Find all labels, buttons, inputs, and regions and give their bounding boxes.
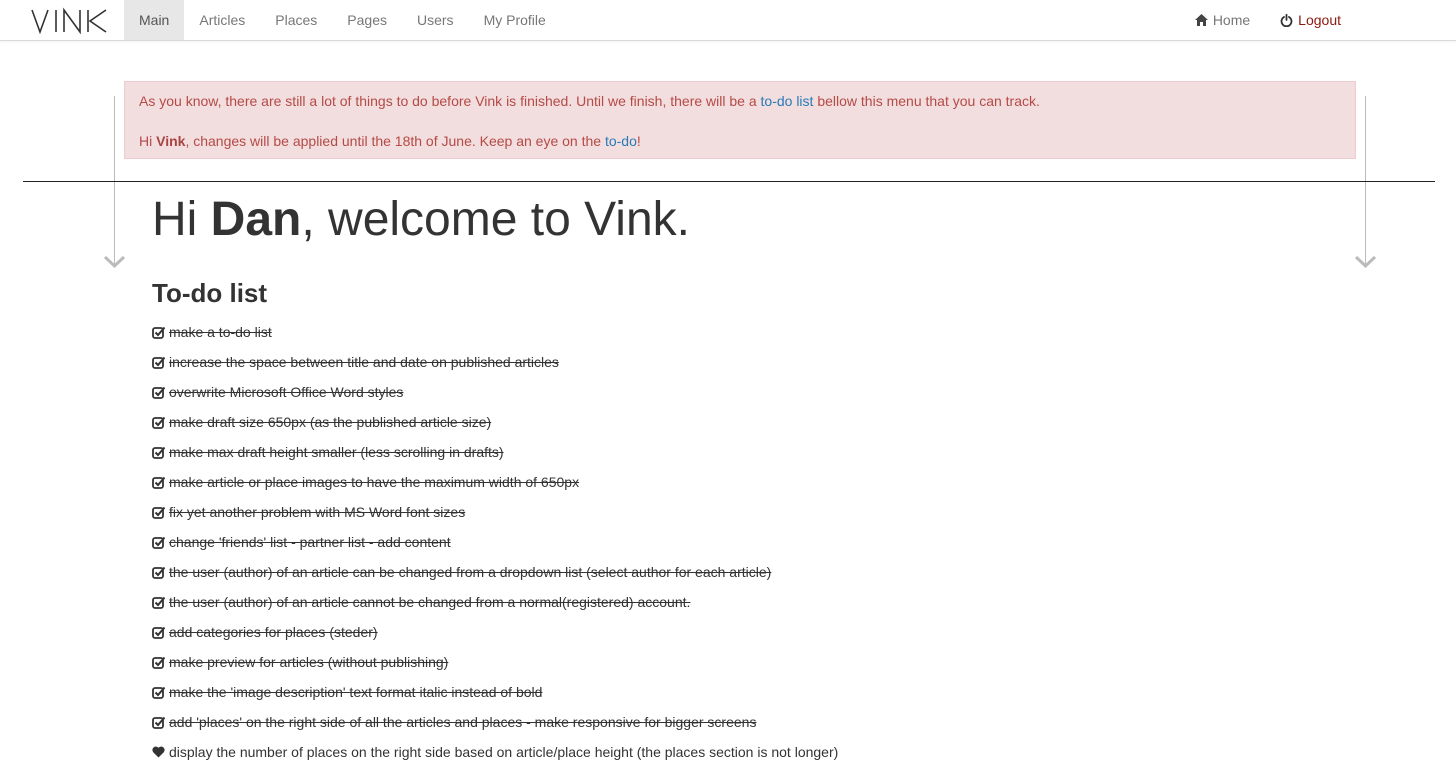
todo-item-text: make the 'image description' text format… [169, 684, 543, 700]
nav-places[interactable]: Places [260, 0, 332, 40]
alert-hi: Hi [139, 133, 157, 149]
todo-item-text: the user (author) of an article cannot b… [169, 594, 691, 610]
alert-text-1: As you know, there are still a lot of th… [139, 93, 761, 109]
alert-username: Vink [156, 133, 186, 149]
todo-item-text: fix yet another problem with MS Word fon… [169, 504, 466, 520]
nav-pages[interactable]: Pages [332, 0, 402, 40]
checked-box-icon [152, 382, 166, 402]
vink-logo[interactable] [30, 6, 108, 34]
nav-my-profile[interactable]: My Profile [469, 0, 561, 40]
todo-item: make preview for articles (without publi… [152, 652, 838, 682]
todo-item-text: make a to-do list [169, 324, 272, 340]
todo-item: fix yet another problem with MS Word fon… [152, 502, 838, 532]
todo-list: make a to-do list increase the space bet… [152, 322, 838, 772]
checked-box-icon [152, 592, 166, 612]
checked-box-icon [152, 502, 166, 522]
right-guide-line [1365, 96, 1366, 264]
todo-list-link[interactable]: to-do list [761, 93, 814, 109]
todo-item-text: display the number of places on the righ… [169, 744, 839, 760]
checked-box-icon [152, 682, 166, 702]
todo-item: add categories for places (steder) [152, 622, 838, 652]
todo-item: make the 'image description' text format… [152, 682, 838, 712]
todo-item-text: change 'friends' list - partner list - a… [169, 534, 451, 550]
left-down-arrow-icon [104, 256, 125, 268]
logout-label: Logout [1298, 12, 1341, 28]
left-guide-line [114, 96, 115, 264]
alert-text-1b: bellow this menu that you can track. [813, 93, 1040, 109]
todo-item: the user (author) of an article cannot b… [152, 592, 838, 622]
checked-box-icon [152, 322, 166, 342]
todo-item-text: make preview for articles (without publi… [169, 654, 449, 670]
todo-item: display the number of places on the righ… [152, 742, 838, 772]
alert-line-1: As you know, there are still a lot of th… [139, 93, 1040, 109]
user-nav: Home Logout [1180, 0, 1356, 40]
alert-end: ! [636, 133, 641, 149]
heart-icon [152, 742, 166, 762]
welcome-heading: Hi Dan, welcome to Vink. [152, 192, 690, 248]
todo-link[interactable]: to-do [605, 133, 637, 149]
todo-item-text: increase the space between title and dat… [169, 354, 559, 370]
nav-users[interactable]: Users [402, 0, 469, 40]
home-label: Home [1212, 12, 1251, 28]
logout-link[interactable]: Logout [1265, 0, 1356, 40]
todo-title: To-do list [152, 278, 268, 308]
notice-alert: As you know, there are still a lot of th… [124, 81, 1356, 159]
todo-item-text: add categories for places (steder) [169, 624, 378, 640]
checked-box-icon [152, 412, 166, 432]
checked-box-icon [152, 352, 166, 372]
todo-item: make max draft height smaller (less scro… [152, 442, 838, 472]
todo-item: add 'places' on the right side of all th… [152, 712, 838, 742]
todo-item-text: overwrite Microsoft Office Word styles [169, 384, 404, 400]
main-nav: Main Articles Places Pages Users My Prof… [124, 0, 561, 40]
divider-line [23, 181, 1435, 182]
checked-box-icon [152, 562, 166, 582]
todo-item: overwrite Microsoft Office Word styles [152, 382, 838, 412]
checked-box-icon [152, 712, 166, 732]
welcome-hi: Hi [152, 193, 211, 246]
todo-item-text: make draft size 650px (as the published … [169, 414, 492, 430]
todo-item-text: make article or place images to have the… [169, 474, 580, 490]
checked-box-icon [152, 442, 166, 462]
top-navbar: Main Articles Places Pages Users My Prof… [0, 0, 1456, 41]
todo-item: the user (author) of an article can be c… [152, 562, 838, 592]
power-icon [1280, 13, 1293, 27]
home-link[interactable]: Home [1180, 0, 1265, 40]
todo-item-text: the user (author) of an article can be c… [169, 564, 772, 580]
todo-item-text: make max draft height smaller (less scro… [169, 444, 504, 460]
todo-item: make article or place images to have the… [152, 472, 838, 502]
checked-box-icon [152, 532, 166, 552]
checked-box-icon [152, 622, 166, 642]
todo-item: make draft size 650px (as the published … [152, 412, 838, 442]
todo-item-text: add 'places' on the right side of all th… [169, 714, 757, 730]
welcome-rest: , welcome to Vink. [301, 193, 690, 246]
todo-item: change 'friends' list - partner list - a… [152, 532, 838, 562]
todo-item: increase the space between title and dat… [152, 352, 838, 382]
nav-main[interactable]: Main [124, 0, 185, 40]
checked-box-icon [152, 472, 166, 492]
alert-text-2: , changes will be applied until the 18th… [185, 133, 605, 149]
alert-line-2: Hi Vink, changes will be applied until t… [139, 133, 641, 149]
right-down-arrow-icon [1355, 256, 1376, 268]
home-icon [1194, 14, 1208, 26]
checked-box-icon [152, 652, 166, 672]
nav-articles[interactable]: Articles [184, 0, 260, 40]
welcome-name: Dan [210, 193, 302, 246]
todo-item: make a to-do list [152, 322, 838, 352]
